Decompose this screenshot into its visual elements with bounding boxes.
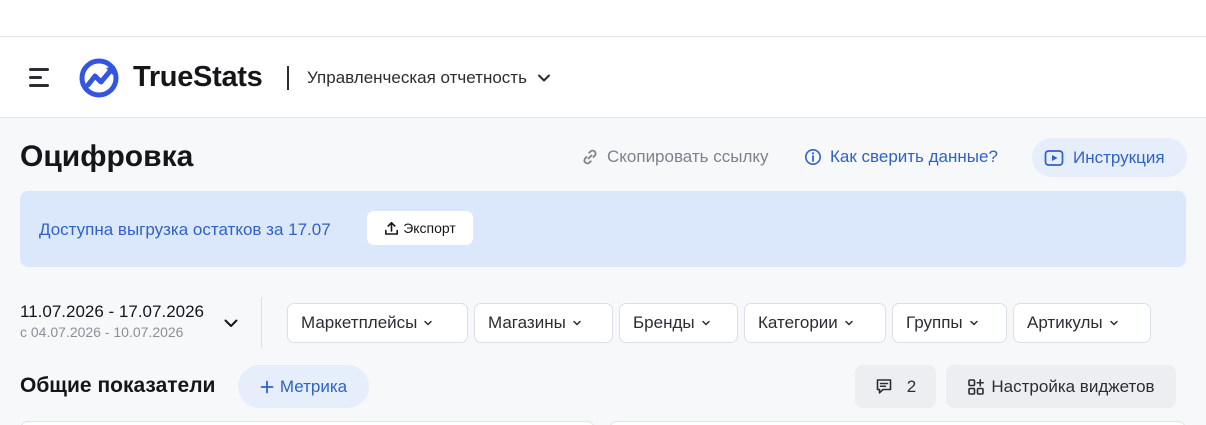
video-play-icon — [1044, 149, 1064, 166]
app-header: TrueStats Управленческая отчетность — [0, 38, 1206, 118]
banner-text: Доступна выгрузка остатков за 17.07 — [39, 220, 331, 239]
chevron-down-icon — [701, 320, 710, 326]
widgets-settings-label: Настройка виджетов — [991, 376, 1155, 396]
copy-link-button[interactable]: Скопировать ссылку — [581, 144, 769, 170]
add-metric-button[interactable]: Метрика — [238, 365, 369, 408]
filters-divider — [261, 297, 262, 348]
filter-label: Магазины — [488, 313, 566, 332]
widget-card — [20, 421, 595, 425]
app-name: TrueStats — [133, 61, 263, 93]
widgets-settings-button[interactable]: Настройка виджетов — [946, 365, 1176, 408]
add-metric-label: Метрика — [279, 376, 348, 396]
chevron-down-icon — [845, 320, 853, 326]
chevron-down-icon — [537, 74, 550, 82]
report-selector-label: Управленческая отчетность — [307, 68, 527, 87]
header-divider — [287, 66, 289, 90]
widgets-icon — [968, 378, 985, 395]
info-icon — [805, 149, 821, 165]
export-button[interactable]: Экспорт — [367, 211, 473, 245]
comments-button[interactable]: 2 — [855, 365, 936, 408]
comments-count: 2 — [906, 376, 917, 396]
section-title: Общие показатели — [20, 374, 216, 397]
menu-icon[interactable] — [26, 66, 52, 90]
filter-label: Группы — [906, 313, 963, 332]
report-selector[interactable]: Управленческая отчетность — [307, 66, 551, 90]
truestats-logo-icon — [79, 58, 119, 98]
filter-label: Маркетплейсы — [301, 313, 418, 332]
check-data-label: Как сверить данные? — [830, 147, 998, 166]
filter-stores[interactable]: Магазины — [474, 303, 613, 343]
instruction-button[interactable]: Инструкция — [1032, 138, 1187, 177]
chevron-down-icon[interactable] — [222, 314, 240, 332]
widget-card — [609, 421, 1186, 425]
chevron-down-icon — [1109, 320, 1118, 326]
instruction-label: Инструкция — [1073, 147, 1165, 167]
chevron-down-icon — [573, 320, 581, 326]
export-banner: Доступна выгрузка остатков за 17.07 Эксп… — [20, 191, 1186, 267]
filter-label: Артикулы — [1027, 313, 1103, 332]
filter-categories[interactable]: Категории — [744, 303, 886, 343]
upload-icon — [385, 221, 399, 235]
filter-label: Категории — [758, 313, 838, 332]
top-strip — [0, 0, 1206, 37]
export-label: Экспорт — [403, 220, 456, 236]
date-range-value: 11.07.2026 - 17.07.2026 — [20, 302, 205, 321]
comment-icon — [876, 379, 892, 394]
check-data-link[interactable]: Как сверить данные? — [804, 144, 998, 170]
filter-label: Бренды — [633, 313, 695, 332]
filter-groups[interactable]: Группы — [892, 303, 1007, 343]
filter-marketplaces[interactable]: Маркетплейсы — [287, 303, 468, 343]
page-title: Оцифровка — [20, 140, 194, 173]
chevron-down-icon — [424, 320, 433, 326]
chevron-down-icon — [969, 320, 978, 326]
date-range-picker[interactable]: 11.07.2026 - 17.07.2026 с 04.07.2026 - 1… — [20, 302, 204, 340]
copy-link-label: Скопировать ссылку — [607, 147, 769, 166]
filter-brands[interactable]: Бренды — [619, 303, 738, 343]
plus-icon — [260, 380, 274, 393]
link-icon — [583, 149, 597, 165]
compare-range-value: с 04.07.2026 - 10.07.2026 — [20, 324, 184, 340]
filter-articles[interactable]: Артикулы — [1013, 303, 1151, 343]
